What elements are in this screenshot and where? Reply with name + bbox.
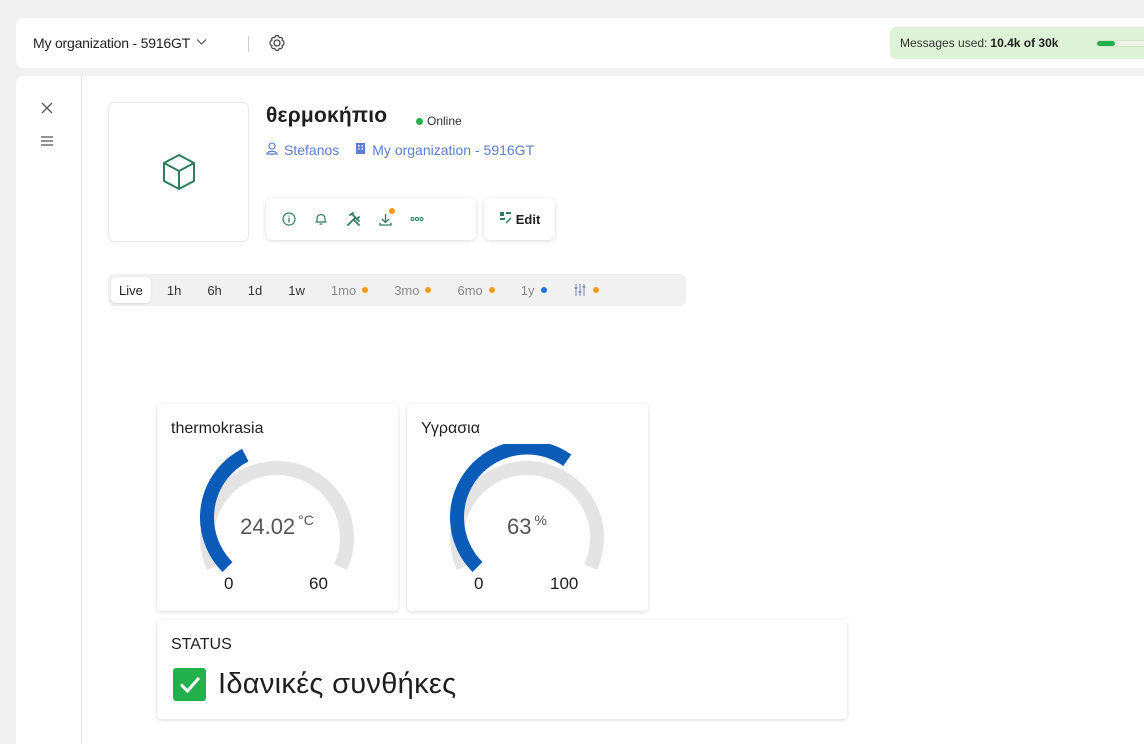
gauge-value-number: 24.02 bbox=[240, 514, 296, 539]
messages-usage-badge[interactable]: Messages used: 10.4k of 30k bbox=[890, 27, 1144, 59]
gauge-max: 100 bbox=[550, 574, 579, 593]
premium-dot-icon bbox=[362, 287, 369, 293]
device-meta: Stefanos My organization - 5916GT bbox=[266, 142, 534, 158]
range-3mo[interactable]: 3mo bbox=[386, 277, 439, 303]
premium-dot-icon bbox=[592, 287, 599, 293]
range-1w[interactable]: 1w bbox=[280, 277, 313, 303]
range-label: 6h bbox=[207, 282, 222, 298]
widget-title: STATUS bbox=[171, 636, 232, 653]
range-1h[interactable]: 1h bbox=[159, 277, 189, 303]
time-range-selector: Live 1h 6h 1d 1w 1mo 3mo 6mo 1y bbox=[108, 274, 686, 306]
gauge-value-number: 63 bbox=[507, 514, 532, 539]
gauge-unit: % bbox=[534, 512, 547, 528]
messages-used-value: 10.4k of 30k bbox=[990, 36, 1059, 50]
organization-name: My organization - 5916GT bbox=[33, 35, 191, 51]
gauge-min: 0 bbox=[474, 574, 484, 593]
temperature-gauge bbox=[200, 448, 354, 572]
device-name: θερμοκήπιο bbox=[266, 104, 388, 127]
humidity-widget[interactable]: Υγρασια 63% 0 100 bbox=[407, 404, 648, 611]
edit-label: Edit bbox=[515, 211, 541, 227]
humidity-gauge bbox=[449, 444, 604, 572]
close-icon[interactable] bbox=[40, 100, 54, 120]
range-label: 1y bbox=[520, 282, 535, 298]
range-label: 1d bbox=[247, 282, 263, 298]
menu-icon[interactable] bbox=[40, 134, 54, 152]
premium-dot-icon bbox=[540, 287, 547, 293]
range-1mo[interactable]: 1mo bbox=[323, 277, 376, 303]
messages-used-label: Messages used: bbox=[900, 36, 988, 50]
online-status-label: Online bbox=[427, 114, 462, 128]
premium-dot-icon bbox=[425, 287, 432, 293]
temperature-widget[interactable]: thermokrasia 24.02 °C 0 60 bbox=[157, 404, 398, 611]
range-1d[interactable]: 1d bbox=[240, 277, 270, 303]
check-mark-icon bbox=[173, 668, 206, 701]
user-icon bbox=[266, 142, 278, 158]
status-value: Ιδανικές συνθήκες bbox=[173, 668, 456, 701]
divider bbox=[248, 36, 249, 52]
building-icon bbox=[355, 142, 366, 158]
widget-title: Υγρασια bbox=[421, 420, 480, 437]
device-owner-link[interactable]: Stefanos bbox=[284, 142, 339, 158]
range-label: 3mo bbox=[394, 282, 420, 298]
organization-selector[interactable]: My organization - 5916GT bbox=[33, 35, 207, 51]
chevron-down-icon bbox=[196, 38, 207, 49]
device-actions-toolbar bbox=[266, 198, 476, 240]
device-thumbnail bbox=[108, 102, 249, 242]
sliders-icon bbox=[574, 284, 586, 296]
status-text: Ιδανικές συνθήκες bbox=[218, 668, 457, 700]
online-dot-icon bbox=[416, 117, 423, 125]
range-label: 1h bbox=[166, 282, 182, 298]
device-panel: θερμοκήπιο Online Stefanos My organizati… bbox=[16, 76, 1144, 744]
gauge-max: 60 bbox=[309, 574, 328, 593]
download-icon[interactable] bbox=[375, 208, 395, 229]
settings-gear-icon[interactable] bbox=[267, 33, 287, 53]
online-status: Online bbox=[416, 114, 462, 128]
range-label: Live bbox=[119, 282, 143, 298]
range-1y[interactable]: 1y bbox=[513, 277, 555, 303]
more-options-icon[interactable] bbox=[407, 209, 427, 229]
notification-dot-icon bbox=[389, 208, 395, 214]
range-6mo[interactable]: 6mo bbox=[449, 277, 502, 303]
status-widget[interactable]: STATUS Ιδανικές συνθήκες bbox=[157, 620, 847, 719]
cube-icon bbox=[162, 154, 195, 190]
range-6h[interactable]: 6h bbox=[199, 277, 229, 303]
device-organization-link[interactable]: My organization - 5916GT bbox=[372, 142, 534, 158]
range-label: 6mo bbox=[457, 282, 483, 298]
gauge-unit: °C bbox=[298, 512, 314, 528]
premium-dot-icon bbox=[488, 287, 495, 293]
gauge-value: 24.02 °C bbox=[157, 512, 397, 540]
info-icon[interactable] bbox=[279, 209, 299, 229]
messages-usage-fill bbox=[1097, 41, 1115, 46]
bell-icon[interactable] bbox=[311, 209, 331, 229]
range-label: 1mo bbox=[330, 282, 357, 298]
range-live[interactable]: Live bbox=[111, 277, 151, 303]
messages-usage-bar bbox=[1096, 40, 1144, 47]
custom-range-button[interactable] bbox=[565, 277, 607, 303]
gauge-min: 0 bbox=[224, 574, 234, 593]
edit-dashboard-icon bbox=[499, 211, 512, 227]
range-label: 1w bbox=[288, 282, 305, 298]
tools-icon[interactable] bbox=[343, 209, 363, 229]
side-rail bbox=[16, 76, 82, 744]
gauge-value: 63% bbox=[407, 512, 647, 540]
top-bar: My organization - 5916GT Messages used: … bbox=[16, 18, 1144, 68]
widget-title: thermokrasia bbox=[171, 420, 264, 437]
edit-dashboard-button[interactable]: Edit bbox=[484, 198, 555, 240]
